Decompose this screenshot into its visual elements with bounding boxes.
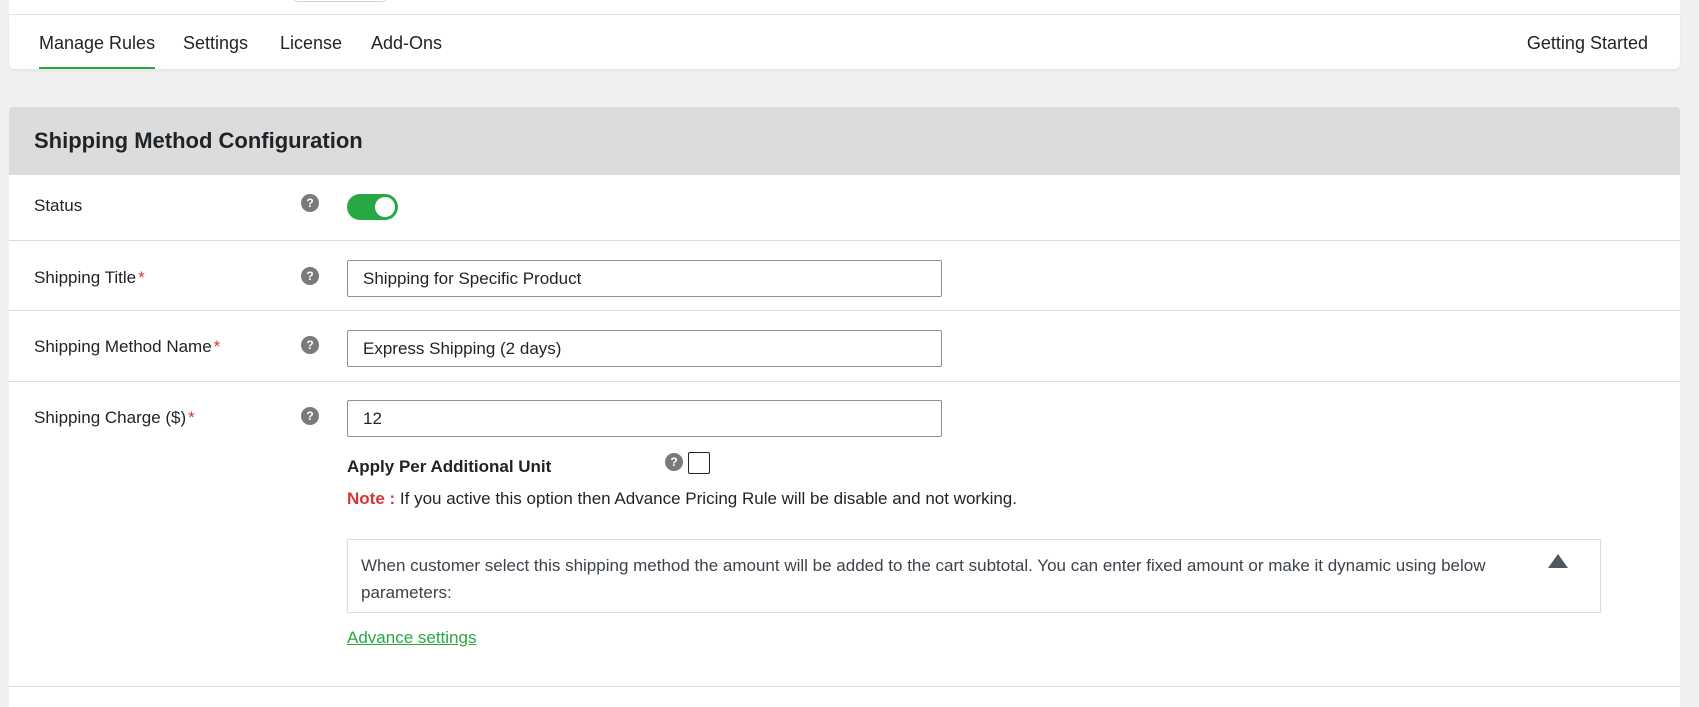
shipping-charge-label-text: Shipping Charge ($) — [34, 408, 187, 427]
getting-started-link[interactable]: Getting Started — [1527, 33, 1648, 69]
shipping-charge-help-icon[interactable]: ? — [301, 407, 319, 425]
shipping-title-label: Shipping Title * — [34, 268, 145, 288]
required-mark: * — [213, 337, 221, 356]
method-name-input[interactable] — [347, 330, 942, 367]
tab-license[interactable]: License — [280, 33, 342, 69]
status-toggle[interactable] — [347, 194, 398, 220]
note-text: Note : If you active this option then Ad… — [347, 489, 1017, 509]
tab-manage-rules[interactable]: Manage Rules — [39, 33, 156, 69]
per-unit-label: Apply Per Additional Unit — [347, 457, 552, 476]
shipping-title-row: Shipping Title * ? — [9, 241, 1680, 311]
status-help-icon[interactable]: ? — [301, 194, 319, 212]
required-mark: * — [188, 408, 195, 427]
shipping-title-input[interactable] — [347, 260, 942, 297]
required-mark: * — [138, 268, 145, 287]
toggle-knob — [375, 197, 395, 217]
shipping-config-panel: Shipping Method Configuration Status ? S… — [9, 107, 1680, 707]
info-text: When customer select this shipping metho… — [361, 556, 1486, 602]
panel-title: Shipping Method Configuration — [34, 128, 363, 153]
note-tag: Note : — [347, 489, 396, 508]
method-name-help-icon[interactable]: ? — [301, 336, 319, 354]
shipping-charge-label: Shipping Charge ($) * — [34, 408, 195, 428]
advance-settings-link[interactable]: Advance settings — [347, 628, 476, 648]
tab-settings[interactable]: Settings — [183, 33, 248, 69]
shipping-charge-row: Shipping Charge ($)* ? Apply Per Additio… — [9, 382, 1680, 687]
shipping-title-help-icon[interactable]: ? — [301, 267, 319, 285]
status-label: Status — [34, 196, 83, 215]
method-name-row: Shipping Method Name * ? — [9, 311, 1680, 382]
tab-navigation: Manage Rules Settings License Add-Ons Ge… — [9, 15, 1680, 69]
per-unit-help-icon[interactable]: ? — [665, 453, 683, 471]
top-strip — [9, 0, 1680, 15]
tab-add-ons[interactable]: Add-Ons — [371, 33, 442, 69]
note-body: If you active this option then Advance P… — [395, 489, 1017, 508]
info-box: When customer select this shipping metho… — [347, 539, 1601, 613]
method-name-label-text: Shipping Method Name — [34, 337, 212, 356]
status-row: Status ? — [9, 175, 1680, 241]
top-control-stub — [294, 0, 386, 2]
panel-header: Shipping Method Configuration — [9, 107, 1680, 175]
method-name-label: Shipping Method Name * — [34, 337, 220, 357]
per-unit-checkbox[interactable] — [688, 452, 710, 474]
shipping-title-label-text: Shipping Title — [34, 268, 137, 287]
triangle-up-icon[interactable] — [1548, 554, 1568, 568]
shipping-charge-input[interactable] — [347, 400, 942, 437]
